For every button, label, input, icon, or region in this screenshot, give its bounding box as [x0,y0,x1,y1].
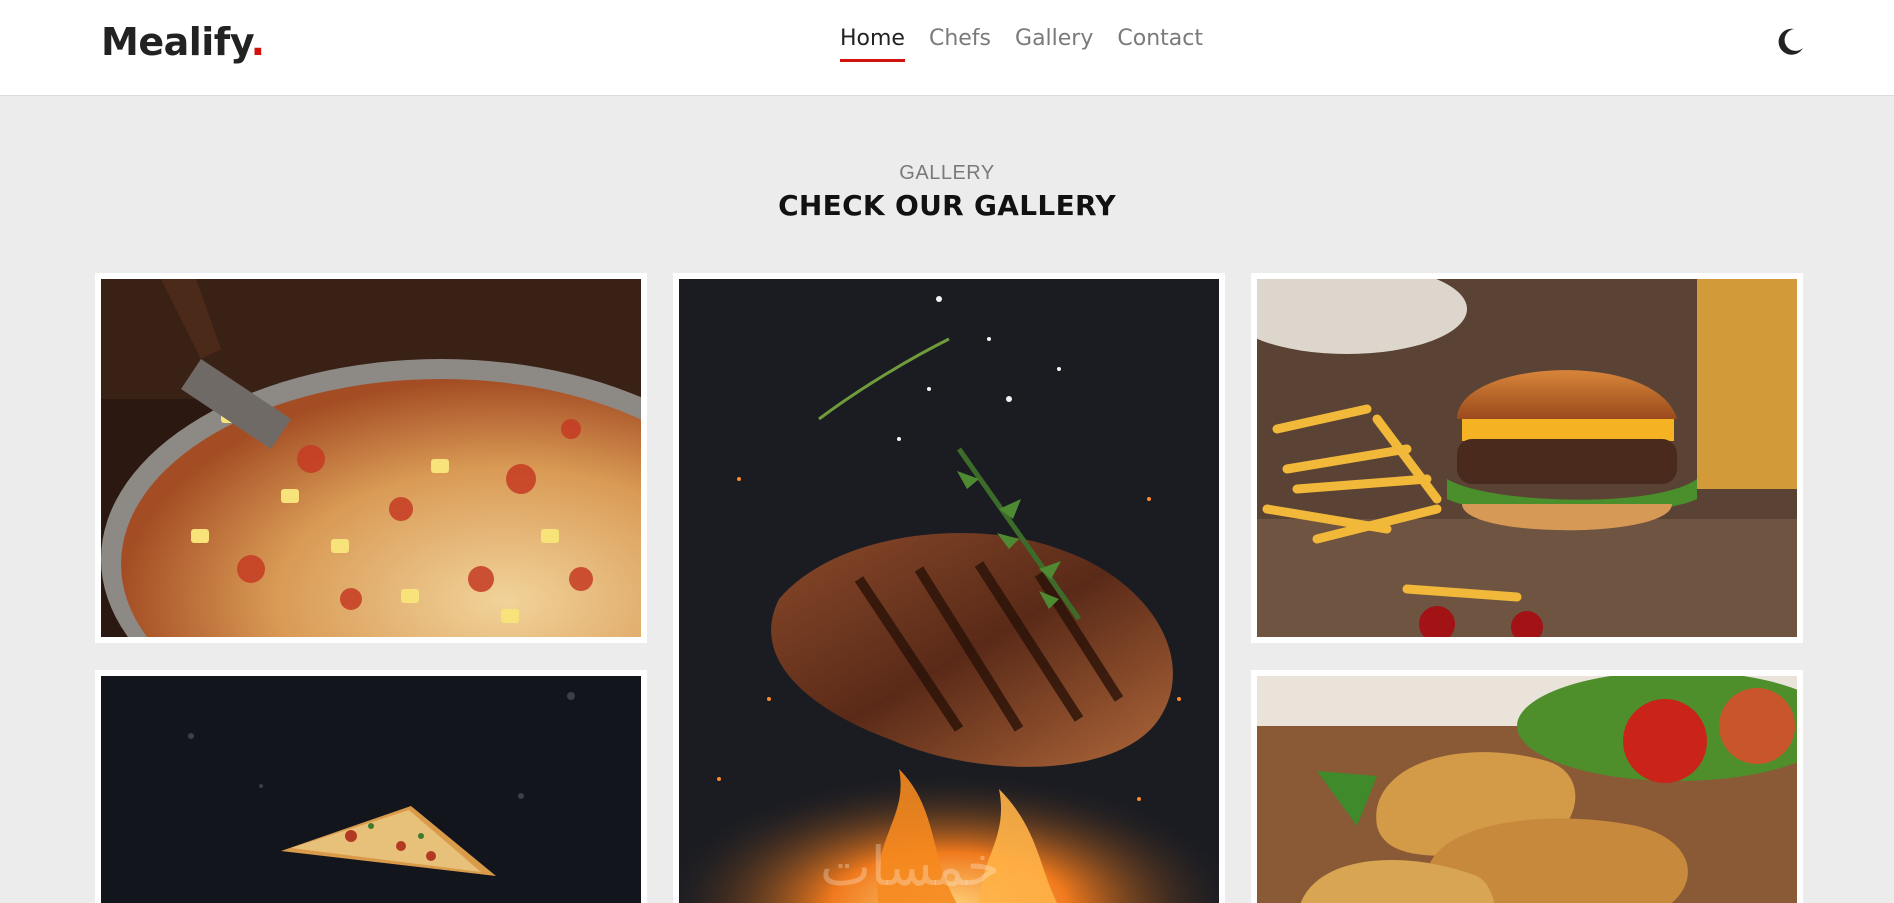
nav-chefs-link[interactable]: Chefs [929,26,991,62]
grilled-steak-image [679,279,1219,903]
gallery-section-header: GALLERY CHECK OUR GALLERY [0,162,1894,222]
nav-gallery-link[interactable]: Gallery [1015,26,1093,62]
section-title: CHECK OUR GALLERY [778,189,1116,222]
brand-logo[interactable]: Mealify. [101,20,265,64]
fried-chicken-image [1257,676,1797,903]
watermark-text: خمسات [819,835,1001,898]
navbar: Mealify. Home Chefs Gallery Contact [0,0,1894,96]
flying-pizza-image [101,676,641,903]
nav-home-link[interactable]: Home [840,26,905,62]
main-nav: Home Chefs Gallery Contact [840,26,1203,62]
burger-fries-image [1257,279,1797,637]
gallery-item-flying-pizza[interactable] [95,670,647,903]
section-eyebrow: GALLERY [899,162,995,184]
moon-icon[interactable] [1774,26,1806,58]
nav-contact-link[interactable]: Contact [1117,26,1203,62]
gallery-item-pizza-slice[interactable] [95,273,647,643]
brand-name: Mealify [101,20,251,64]
gallery-item-fried-chicken[interactable] [1251,670,1803,903]
gallery-item-grilled-steak[interactable] [673,273,1225,903]
pizza-slice-image [101,279,641,637]
brand-dot: . [250,20,265,64]
gallery-item-burger-fries[interactable] [1251,273,1803,643]
